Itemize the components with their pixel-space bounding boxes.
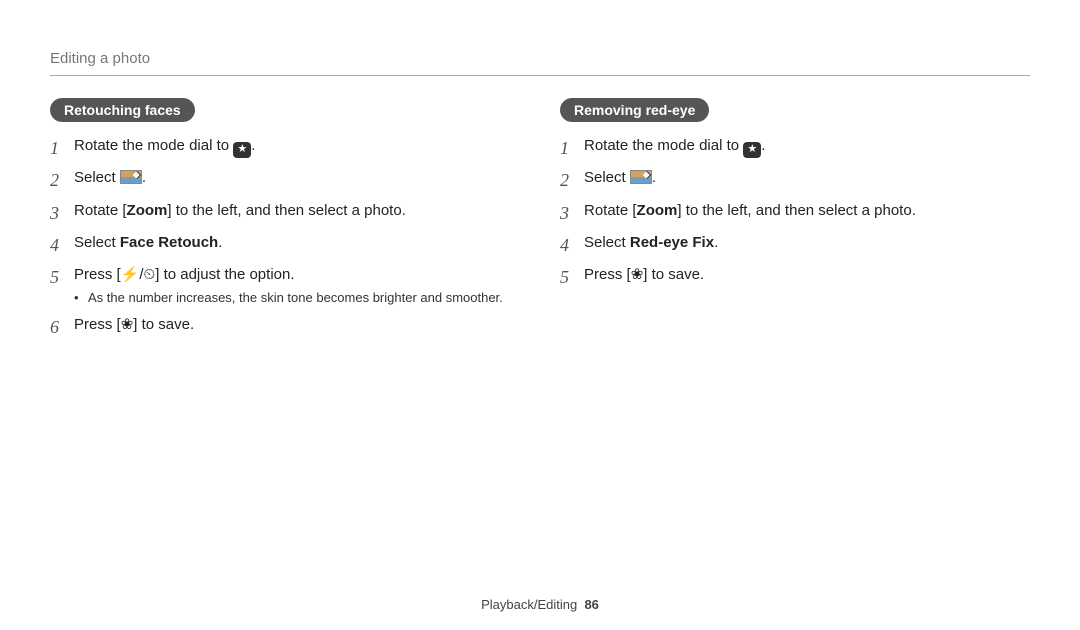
footer-section: Playback/Editing xyxy=(481,597,577,612)
mode-dial-star-icon: ★ xyxy=(743,142,761,158)
macro-flower-icon: ❀ xyxy=(121,316,134,333)
step-item: 3Rotate [Zoom] to the left, and then sel… xyxy=(560,201,1030,225)
step-number: 1 xyxy=(560,136,584,160)
step-item: 3Rotate [Zoom] to the left, and then sel… xyxy=(50,201,520,225)
step-number: 1 xyxy=(50,136,74,160)
step-number: 4 xyxy=(560,233,584,257)
edit-mode-icon xyxy=(630,170,652,184)
page-title: Editing a photo xyxy=(50,50,1030,67)
step-number: 5 xyxy=(50,265,74,289)
step-number: 3 xyxy=(50,201,74,225)
step-number: 5 xyxy=(560,265,584,289)
step-item: 2Select . xyxy=(50,168,520,192)
divider xyxy=(50,75,1030,76)
step-item: 5Press [❀] to save. xyxy=(560,265,1030,289)
step-item: 1Rotate the mode dial to ★. xyxy=(560,136,1030,160)
step-item: 4Select Red-eye Fix. xyxy=(560,233,1030,257)
step-text: Rotate [Zoom] to the left, and then sele… xyxy=(584,201,1030,221)
edit-mode-icon xyxy=(120,170,142,184)
step-text: Select Red-eye Fix. xyxy=(584,233,1030,253)
step-number: 2 xyxy=(560,168,584,192)
content-columns: Retouching faces 1Rotate the mode dial t… xyxy=(50,98,1030,347)
right-column: Removing red-eye 1Rotate the mode dial t… xyxy=(560,98,1030,347)
step-item: 6Press [❀] to save. xyxy=(50,315,520,339)
step-text: Press [❀] to save. xyxy=(74,315,520,335)
step-item: 2Select . xyxy=(560,168,1030,192)
step-text: Press [❀] to save. xyxy=(584,265,1030,285)
steps-list-right: 1Rotate the mode dial to ★.2Select .3Rot… xyxy=(560,136,1030,289)
steps-list-left: 1Rotate the mode dial to ★.2Select .3Rot… xyxy=(50,136,520,339)
section-heading-redeye: Removing red-eye xyxy=(560,98,709,122)
flash-timer-icon: ⚡/⏲ xyxy=(121,266,156,283)
step-item: 4Select Face Retouch. xyxy=(50,233,520,257)
mode-dial-star-icon: ★ xyxy=(233,142,251,158)
step-text: Select Face Retouch. xyxy=(74,233,520,253)
step-text: Rotate the mode dial to ★. xyxy=(74,136,520,158)
step-text: Select . xyxy=(584,168,1030,188)
step-text: Select . xyxy=(74,168,520,188)
left-column: Retouching faces 1Rotate the mode dial t… xyxy=(50,98,520,347)
step-number: 4 xyxy=(50,233,74,257)
step-text: Press [⚡/⏲] to adjust the option.As the … xyxy=(74,265,520,307)
macro-flower-icon: ❀ xyxy=(631,266,644,283)
step-subnote: As the number increases, the skin tone b… xyxy=(74,289,520,307)
section-heading-retouching: Retouching faces xyxy=(50,98,195,122)
page-footer: Playback/Editing 86 xyxy=(0,597,1080,612)
step-text: Rotate [Zoom] to the left, and then sele… xyxy=(74,201,520,221)
step-number: 6 xyxy=(50,315,74,339)
step-item: 1Rotate the mode dial to ★. xyxy=(50,136,520,160)
step-text: Rotate the mode dial to ★. xyxy=(584,136,1030,158)
footer-page: 86 xyxy=(584,597,598,612)
step-number: 2 xyxy=(50,168,74,192)
step-item: 5Press [⚡/⏲] to adjust the option.As the… xyxy=(50,265,520,307)
step-number: 3 xyxy=(560,201,584,225)
